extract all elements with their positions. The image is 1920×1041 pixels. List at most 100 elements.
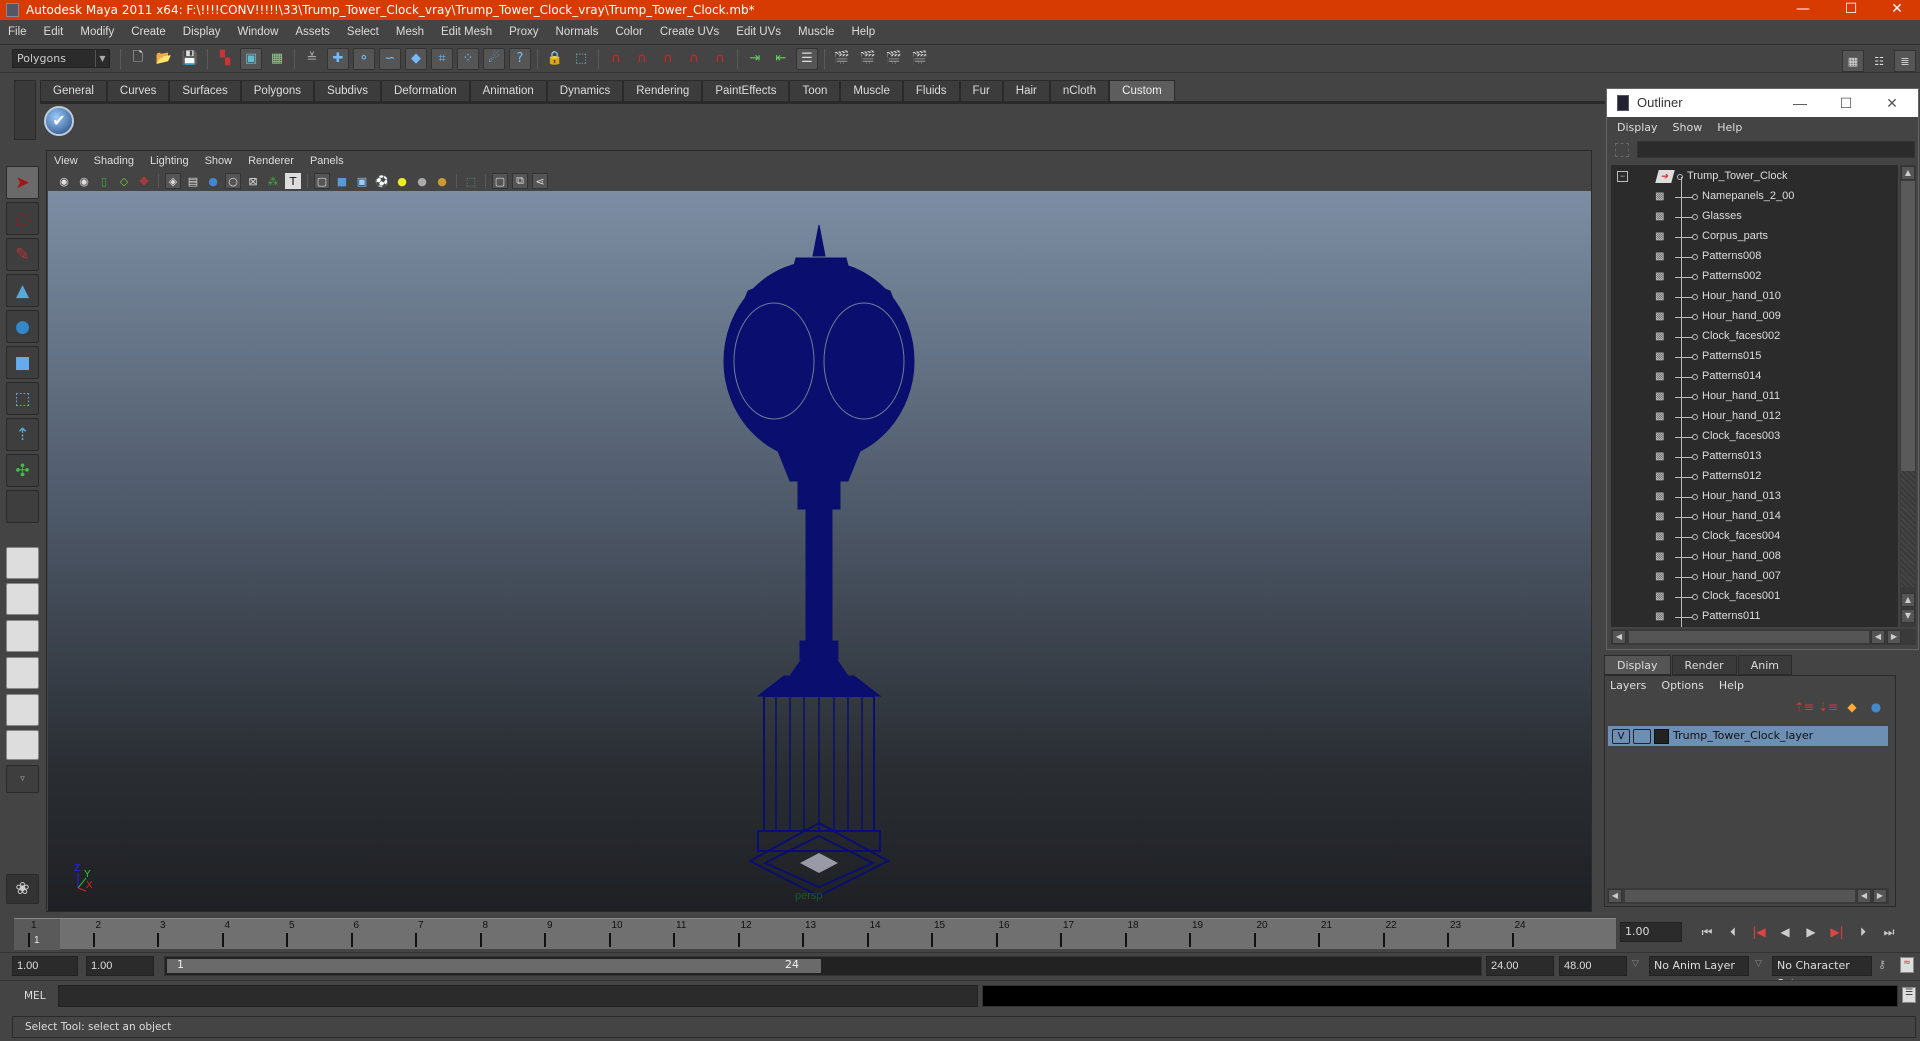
outliner-item[interactable]: ▩ Patterns002 — [1611, 267, 1898, 287]
checkmark-shelf-icon[interactable]: ✔ — [44, 106, 74, 136]
menu-create-uvs[interactable]: Create UVs — [660, 26, 719, 38]
camera-attributes-icon[interactable]: ◉ — [76, 173, 92, 189]
scroll-left-icon[interactable]: ◀ — [1608, 889, 1622, 903]
scroll-left-icon[interactable]: ◀ — [1857, 889, 1871, 903]
outliner-item[interactable]: ▩ Hour_hand_007 — [1611, 567, 1898, 587]
scroll-down-icon[interactable]: ▼ — [1901, 609, 1915, 623]
outliner-item[interactable]: ▩ Clock_faces002 — [1611, 327, 1898, 347]
play-backward-icon[interactable]: ◀ — [1772, 925, 1798, 939]
scroll-thumb[interactable] — [1901, 181, 1915, 471]
shelf-menu-button[interactable] — [14, 80, 36, 140]
lasso-tool-icon[interactable]: ◌ — [6, 202, 39, 235]
select-handle-icon[interactable]: ✚ — [327, 47, 349, 70]
layer-row[interactable]: V Trump_Tower_Clock_layer — [1607, 725, 1889, 747]
outliner-item[interactable]: ▩ Hour_hand_013 — [1611, 487, 1898, 507]
shelf-tab-toon[interactable]: Toon — [789, 80, 841, 101]
layer-tab-display[interactable]: Display — [1604, 655, 1671, 675]
outliner-item[interactable]: ▩ Hour_hand_008 — [1611, 547, 1898, 567]
persp-graph-hypergraph-layout-icon[interactable] — [6, 730, 39, 760]
wireframe-on-shaded-icon[interactable]: ▣ — [354, 173, 370, 189]
new-scene-icon[interactable]: 🗋 — [127, 48, 149, 70]
shelf-tab-animation[interactable]: Animation — [469, 80, 547, 101]
shelf-tab-deformation[interactable]: Deformation — [380, 80, 470, 101]
scroll-up-icon[interactable]: ▲ — [1901, 593, 1915, 607]
render-settings-icon[interactable]: 🎬 — [909, 48, 931, 70]
shelf-tab-fur[interactable]: Fur — [959, 80, 1003, 101]
layer-tab-anim[interactable]: Anim — [1737, 655, 1792, 675]
render-current-icon[interactable]: 🎬 — [857, 48, 879, 70]
single-perspective-layout-icon[interactable] — [6, 547, 39, 579]
playback-end-field[interactable]: 24.00 — [1486, 956, 1554, 976]
input-history-icon[interactable]: ⇥ — [744, 48, 766, 70]
collapse-icon[interactable]: − — [1617, 171, 1628, 182]
menu-file[interactable]: File — [8, 26, 27, 38]
outliner-maximize-button[interactable]: ☐ — [1823, 89, 1869, 117]
new-layer-from-selection-icon[interactable]: ● — [1864, 700, 1888, 718]
wireframe-icon[interactable]: ▢ — [314, 173, 330, 189]
soft-mod-tool-icon[interactable]: ⇡ — [6, 418, 39, 451]
grid-icon[interactable]: ◈ — [165, 173, 181, 189]
four-view-layout-icon[interactable] — [6, 583, 39, 615]
current-frame-field[interactable]: 1.00 — [1620, 922, 1682, 942]
layer-playback-toggle[interactable] — [1633, 729, 1651, 744]
resolution-gate-icon[interactable]: ● — [205, 173, 221, 189]
outliner-item[interactable]: ▩ Clock_faces004 — [1611, 527, 1898, 547]
snap-grid-icon[interactable]: ∩ — [605, 48, 627, 70]
shelf-tab-dynamics[interactable]: Dynamics — [546, 80, 624, 101]
layer-visibility-toggle[interactable]: V — [1612, 729, 1630, 744]
anim-layer-selector[interactable]: No Anim Layer — [1649, 956, 1749, 976]
viewport-menu-show[interactable]: Show — [205, 155, 233, 167]
channel-box-toggle-icon[interactable]: ≣ — [1894, 50, 1916, 72]
construction-history-icon[interactable]: ☰ — [796, 47, 818, 70]
new-empty-layer-icon[interactable]: ◆ — [1840, 700, 1864, 718]
outliner-item[interactable]: ▩ Clock_faces001 — [1611, 587, 1898, 607]
layer-menu-options[interactable]: Options — [1661, 679, 1703, 692]
shelf-tab-surfaces[interactable]: Surfaces — [169, 80, 241, 101]
safe-action-icon[interactable]: ⁂ — [265, 173, 281, 189]
viewport-menu-shading[interactable]: Shading — [94, 155, 134, 167]
menu-mesh[interactable]: Mesh — [396, 26, 424, 38]
snap-surface-icon[interactable]: ∩ — [683, 48, 705, 70]
go-to-start-icon[interactable]: ⏮ — [1694, 925, 1720, 940]
step-forward-frame-icon[interactable]: ▶| — [1824, 925, 1850, 939]
select-camera-icon[interactable]: ◉ — [56, 173, 72, 189]
outliner-item[interactable]: ▩ Patterns015 — [1611, 347, 1898, 367]
menu-proxy[interactable]: Proxy — [509, 26, 538, 38]
snap-curve-icon[interactable]: ∩ — [631, 48, 653, 70]
outliner-minimize-button[interactable]: — — [1777, 89, 1823, 117]
layer-menu-help[interactable]: Help — [1719, 679, 1744, 692]
menu-edit-uvs[interactable]: Edit UVs — [736, 26, 781, 38]
play-forward-icon[interactable]: ▶ — [1798, 925, 1824, 939]
shelf-tab-hair[interactable]: Hair — [1002, 80, 1050, 101]
outliner-item[interactable]: ▩ Patterns008 — [1611, 247, 1898, 267]
outliner-close-button[interactable]: ✕ — [1869, 89, 1915, 117]
minimize-button[interactable]: — — [1780, 0, 1826, 20]
snap-live-icon[interactable]: ∩ — [709, 48, 731, 70]
outliner-menu-show[interactable]: Show — [1673, 121, 1703, 134]
viewport-menu-renderer[interactable]: Renderer — [248, 155, 294, 167]
shelf-tab-general[interactable]: General — [40, 80, 107, 101]
show-manipulator-icon[interactable]: ✣ — [6, 454, 39, 487]
menu-edit[interactable]: Edit — [44, 26, 64, 38]
end-time-field[interactable]: 48.00 — [1559, 956, 1627, 976]
script-editor-icon[interactable]: ☰ — [1902, 987, 1916, 1003]
move-layer-up-icon[interactable]: ⇡≡ — [1792, 700, 1816, 718]
select-by-component-icon[interactable]: ▦ — [266, 48, 288, 70]
outliner-item[interactable]: ▩ Glasses — [1611, 207, 1898, 227]
move-tool-icon[interactable]: ▲ — [6, 274, 39, 307]
shelf-tab-polygons[interactable]: Polygons — [240, 80, 315, 101]
persp-graph-layout-icon[interactable] — [6, 657, 39, 689]
shelf-tab-rendering[interactable]: Rendering — [623, 80, 703, 101]
playback-start-field[interactable]: 1.00 — [86, 956, 154, 976]
select-joint-icon[interactable]: ⚬ — [353, 47, 375, 70]
mask-menu-icon[interactable]: ≚ — [301, 48, 323, 70]
menu-set-selector[interactable]: Polygons ▼ — [12, 49, 110, 68]
start-time-field[interactable]: 1.00 — [12, 956, 78, 976]
outliner-item[interactable]: ▩ Hour_hand_009 — [1611, 307, 1898, 327]
go-to-end-icon[interactable]: ⏭ — [1876, 925, 1902, 940]
menu-muscle[interactable]: Muscle — [798, 26, 834, 38]
xray-icon[interactable]: ▢ — [492, 173, 508, 189]
outliner-root-item[interactable]: − ➔ Trump_Tower_Clock — [1611, 167, 1898, 187]
hypershade-persp-layout-icon[interactable] — [6, 694, 39, 726]
menu-edit-mesh[interactable]: Edit Mesh — [441, 26, 492, 38]
